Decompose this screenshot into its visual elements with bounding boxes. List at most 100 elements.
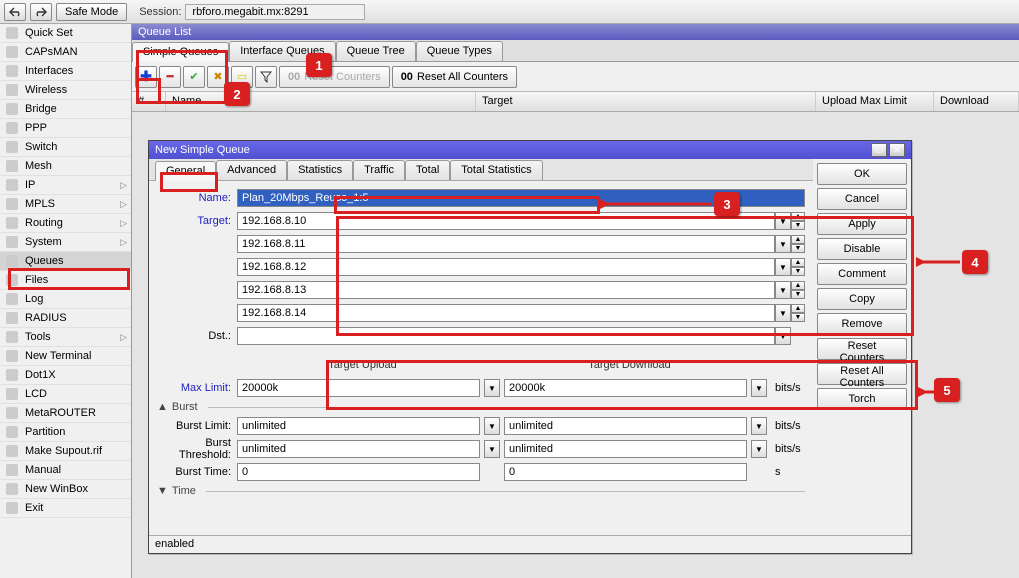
burst-thr-dl-input[interactable] (504, 440, 747, 458)
target-input-3[interactable] (237, 281, 775, 299)
max-limit-dl-dropdown[interactable]: ▼ (751, 379, 767, 397)
name-input[interactable] (237, 189, 805, 207)
target-dropdown-1[interactable]: ▼ (775, 235, 791, 253)
disable-toolbar-button[interactable]: ✖ (207, 66, 229, 88)
add-button[interactable]: ✚ (135, 66, 157, 88)
dialog-tab-advanced[interactable]: Advanced (216, 160, 287, 180)
torch-button[interactable]: Torch (817, 388, 907, 410)
dst-dropdown[interactable]: ▼ (775, 327, 791, 345)
max-limit-upload-input[interactable] (237, 379, 480, 397)
expand-icon[interactable]: ▼ (157, 485, 168, 497)
dst-input[interactable] (237, 327, 775, 345)
sidebar-item-wireless[interactable]: Wireless (0, 81, 131, 100)
burst-limit-ul-input[interactable] (237, 417, 480, 435)
sidebar-item-switch[interactable]: Switch (0, 138, 131, 157)
target-dropdown-0[interactable]: ▼ (775, 212, 791, 230)
comment-button[interactable]: Comment (817, 263, 907, 285)
target-up-1[interactable]: ▲ (791, 235, 805, 244)
target-input-4[interactable] (237, 304, 775, 322)
target-dropdown-4[interactable]: ▼ (775, 304, 791, 322)
target-input-2[interactable] (237, 258, 775, 276)
target-up-2[interactable]: ▲ (791, 258, 805, 267)
sidebar-item-interfaces[interactable]: Interfaces (0, 62, 131, 81)
sidebar-item-new-winbox[interactable]: New WinBox (0, 480, 131, 499)
dialog-tab-total-statistics[interactable]: Total Statistics (450, 160, 542, 180)
reset-all-counters-button[interactable]: Reset All Counters (817, 363, 907, 385)
sidebar-item-lcd[interactable]: LCD (0, 385, 131, 404)
sidebar-item-dot1x[interactable]: Dot1X (0, 366, 131, 385)
sidebar-item-ip[interactable]: IP▷ (0, 176, 131, 195)
target-input-1[interactable] (237, 235, 775, 253)
tab-queue-types[interactable]: Queue Types (416, 41, 503, 61)
reset-counters-button[interactable]: 00Reset Counters (279, 66, 390, 88)
sidebar-item-capsman[interactable]: CAPsMAN (0, 43, 131, 62)
sidebar-item-new-terminal[interactable]: New Terminal (0, 347, 131, 366)
sidebar-item-bridge[interactable]: Bridge (0, 100, 131, 119)
sidebar-item-manual[interactable]: Manual (0, 461, 131, 480)
max-limit-download-input[interactable] (504, 379, 747, 397)
target-up-0[interactable]: ▲ (791, 212, 805, 221)
col-num[interactable]: # (132, 92, 166, 111)
burst-time-dl-input[interactable] (504, 463, 747, 481)
sidebar-item-make-supout.rif[interactable]: Make Supout.rif (0, 442, 131, 461)
sidebar-item-queues[interactable]: Queues (0, 252, 131, 271)
target-dropdown-2[interactable]: ▼ (775, 258, 791, 276)
safe-mode-button[interactable]: Safe Mode (56, 3, 127, 21)
copy-button[interactable]: Copy (817, 288, 907, 310)
sidebar-item-routing[interactable]: Routing▷ (0, 214, 131, 233)
dialog-tab-general[interactable]: General (155, 161, 216, 181)
sidebar-item-system[interactable]: System▷ (0, 233, 131, 252)
dialog-titlebar[interactable]: New Simple Queue ▭ ✕ (149, 141, 911, 159)
sidebar-item-tools[interactable]: Tools▷ (0, 328, 131, 347)
close-icon[interactable]: ✕ (889, 143, 905, 157)
burst-thr-ul-input[interactable] (237, 440, 480, 458)
target-up-4[interactable]: ▲ (791, 304, 805, 313)
max-limit-ul-dropdown[interactable]: ▼ (484, 379, 500, 397)
col-upload[interactable]: Upload Max Limit (816, 92, 934, 111)
cancel-button[interactable]: Cancel (817, 188, 907, 210)
sidebar-item-exit[interactable]: Exit (0, 499, 131, 518)
undo-button[interactable] (4, 3, 26, 21)
sidebar-item-mesh[interactable]: Mesh (0, 157, 131, 176)
sidebar-item-ppp[interactable]: PPP (0, 119, 131, 138)
target-dropdown-3[interactable]: ▼ (775, 281, 791, 299)
target-down-1[interactable]: ▼ (791, 244, 805, 253)
target-down-3[interactable]: ▼ (791, 290, 805, 299)
reset-all-counters-button[interactable]: 00Reset All Counters (392, 66, 517, 88)
dialog-tab-statistics[interactable]: Statistics (287, 160, 353, 180)
sidebar-item-partition[interactable]: Partition (0, 423, 131, 442)
sidebar-item-radius[interactable]: RADIUS (0, 309, 131, 328)
apply-button[interactable]: Apply (817, 213, 907, 235)
col-name[interactable]: Name (166, 92, 476, 111)
sidebar-item-metarouter[interactable]: MetaROUTER (0, 404, 131, 423)
burst-limit-dl-input[interactable] (504, 417, 747, 435)
burst-limit-ul-dropdown[interactable]: ▼ (484, 417, 500, 435)
ok-button[interactable]: OK (817, 163, 907, 185)
target-down-4[interactable]: ▼ (791, 313, 805, 322)
tab-queue-tree[interactable]: Queue Tree (336, 41, 416, 61)
minimize-icon[interactable]: ▭ (871, 143, 887, 157)
sidebar-item-files[interactable]: Files (0, 271, 131, 290)
redo-button[interactable] (30, 3, 52, 21)
dialog-tab-traffic[interactable]: Traffic (353, 160, 405, 180)
tab-simple-queues[interactable]: Simple Queues (132, 42, 229, 62)
tab-interface-queues[interactable]: Interface Queues (229, 41, 335, 61)
filter-button[interactable] (255, 66, 277, 88)
burst-thr-dl-dropdown[interactable]: ▼ (751, 440, 767, 458)
sidebar-item-mpls[interactable]: MPLS▷ (0, 195, 131, 214)
burst-time-ul-input[interactable] (237, 463, 480, 481)
comment-toolbar-button[interactable]: ▭ (231, 66, 253, 88)
reset-counters-button[interactable]: Reset Counters (817, 338, 907, 360)
disable-button[interactable]: Disable (817, 238, 907, 260)
target-down-2[interactable]: ▼ (791, 267, 805, 276)
target-input-0[interactable] (237, 212, 775, 230)
enable-button[interactable]: ✔ (183, 66, 205, 88)
col-target[interactable]: Target (476, 92, 816, 111)
target-down-0[interactable]: ▼ (791, 221, 805, 230)
target-up-3[interactable]: ▲ (791, 281, 805, 290)
col-download[interactable]: Download (934, 92, 1019, 111)
collapse-icon[interactable]: ▲ (157, 401, 168, 413)
remove-toolbar-button[interactable]: ━ (159, 66, 181, 88)
burst-limit-dl-dropdown[interactable]: ▼ (751, 417, 767, 435)
sidebar-item-log[interactable]: Log (0, 290, 131, 309)
